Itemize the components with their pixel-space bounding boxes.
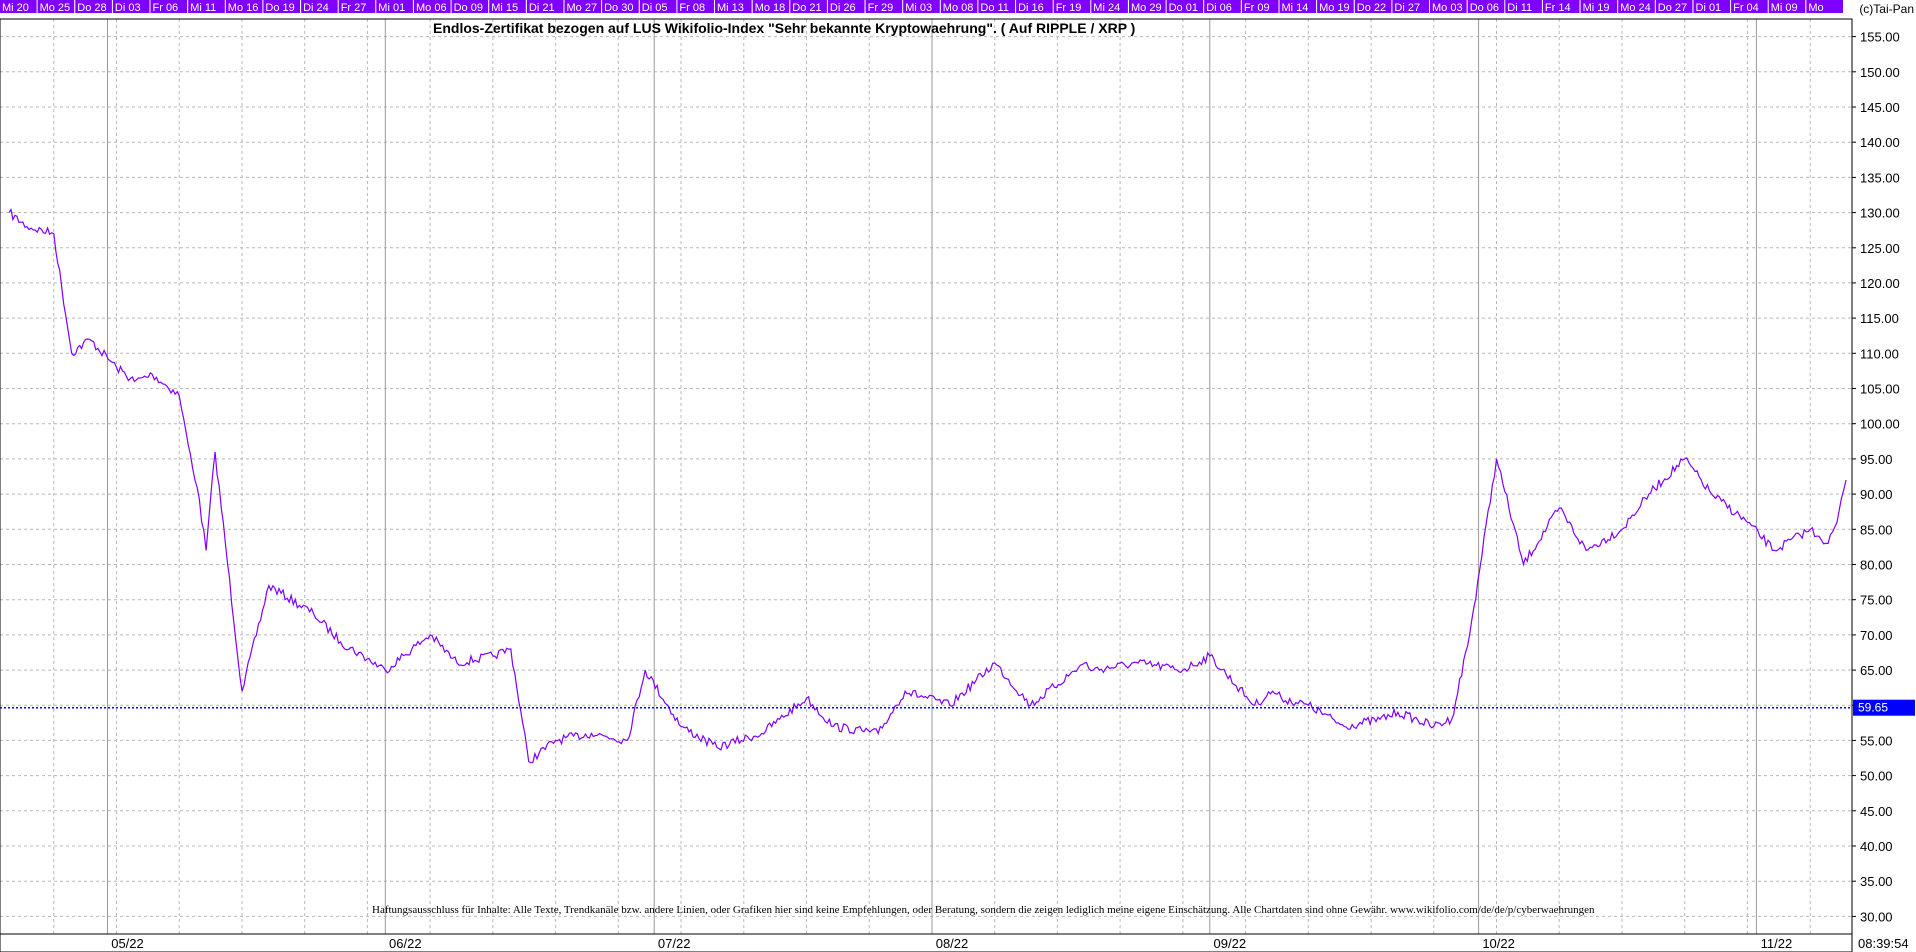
date-tab-label: Di 03 (115, 2, 141, 14)
date-tab-label: Mi 13 (717, 2, 744, 14)
y-tick-label: 100.00 (1860, 417, 1900, 432)
date-tab-label: Do 06 (1470, 2, 1499, 14)
date-tab-label: Do 22 (1357, 2, 1386, 14)
date-tab-label: Di 05 (642, 2, 668, 14)
date-tab-label: Do 19 (265, 2, 294, 14)
y-tick-label: 155.00 (1860, 30, 1900, 45)
y-tick-label: 150.00 (1860, 65, 1900, 80)
date-tab-label: Do 30 (604, 2, 633, 14)
date-tab-label: Mo 24 (1620, 2, 1651, 14)
y-tick-label: 145.00 (1860, 100, 1900, 115)
y-tick-label: 70.00 (1860, 628, 1893, 643)
date-tab-label: Mo 18 (755, 2, 786, 14)
date-tab-label: Fr 06 (153, 2, 179, 14)
chart: Mi 20 Mo 25 Do 28 Di 03 Fr 06 Mi 11 Mo 16 Do 19… (0, 0, 1915, 952)
date-tab-label: Mo 25 (40, 2, 71, 14)
date-tab-label: Mi 09 (1771, 2, 1798, 14)
x-tick-label: 08/22 (936, 936, 969, 951)
y-tick-label: 95.00 (1860, 452, 1893, 467)
date-tab-label: Di 01 (1696, 2, 1722, 14)
date-tab-label: Fr 29 (868, 2, 894, 14)
date-tab-label: Di 24 (303, 2, 329, 14)
date-tab-label: Mi 01 (378, 2, 405, 14)
date-tab-label: Di 26 (830, 2, 856, 14)
x-tick-label: 09/22 (1214, 936, 1247, 951)
date-tab-label: Di 21 (529, 2, 555, 14)
y-tick-label: 45.00 (1860, 804, 1893, 819)
date-tab-label: Di 06 (1206, 2, 1232, 14)
date-tab-label: Fr 09 (1244, 2, 1270, 14)
y-tick-label: 115.00 (1860, 311, 1899, 326)
y-tick-label: 35.00 (1860, 874, 1893, 889)
date-tab-label: Mi 03 (905, 2, 932, 14)
y-tick-label: 75.00 (1860, 593, 1893, 608)
y-tick-label: 110.00 (1860, 346, 1899, 361)
y-tick-label: 65.00 (1860, 663, 1893, 678)
y-tick-label: 40.00 (1860, 839, 1893, 854)
y-tick-label: 30.00 (1860, 909, 1893, 924)
x-tick-label: 07/22 (658, 936, 691, 951)
date-tab-label: Mi 11 (190, 2, 216, 14)
x-tick-label: 05/22 (111, 936, 144, 951)
y-tick-label: 125.00 (1860, 241, 1900, 256)
date-tab-label: Do 27 (1658, 2, 1687, 14)
disclaimer-text: Haftungsausschluss für Inhalte: Alle Tex… (372, 904, 1595, 916)
date-tab-label: Do 01 (1169, 2, 1198, 14)
date-tab-label: Mo 29 (1131, 2, 1162, 14)
date-tab-label: Do 09 (454, 2, 483, 14)
date-tab-label: Mi 19 (1583, 2, 1610, 14)
y-tick-label: 130.00 (1860, 206, 1900, 221)
y-tick-label: 120.00 (1860, 276, 1900, 291)
date-tab-bar: Mi 20 Mo 25 Do 28 Di 03 Fr 06 Mi 11 Mo 16 Do 19… (0, 0, 1843, 14)
y-tick-label: 50.00 (1860, 769, 1893, 784)
date-tab-label: Fr 19 (1056, 2, 1082, 14)
date-tab-label: Di 16 (1018, 2, 1044, 14)
date-tab-label: Fr 14 (1545, 2, 1571, 14)
date-tab-label: Di 11 (1507, 2, 1532, 14)
clock-label: 08:39:54 (1858, 936, 1909, 951)
y-tick-label: 140.00 (1860, 135, 1900, 150)
grid (0, 19, 1852, 934)
x-tick-label: 11/22 (1761, 936, 1793, 951)
chart-title: Endlos-Zertifikat bezogen auf LUS Wikifo… (433, 20, 1135, 36)
x-axis-band (0, 933, 1853, 952)
date-tab-label: Mo 19 (1319, 2, 1350, 14)
date-tab-label: Mi 14 (1282, 2, 1309, 14)
date-tab-label: Mo 06 (416, 2, 447, 14)
date-tab-label: Fr 08 (679, 2, 705, 14)
x-tick-label: 10/22 (1482, 936, 1515, 951)
y-tick-label: 80.00 (1860, 558, 1893, 573)
date-tab-label: Mo 03 (1432, 2, 1463, 14)
date-tab-label: Mo 16 (228, 2, 259, 14)
date-tab-label: Fr 27 (341, 2, 367, 14)
date-tab-label: Mi 24 (1093, 2, 1120, 14)
date-tab-label: Do 21 (792, 2, 821, 14)
date-tab-label: Mi 20 (2, 2, 29, 14)
date-tab-label: Mo (1808, 2, 1823, 14)
y-tick-label: 90.00 (1860, 487, 1893, 502)
date-tab-label: Di 27 (1394, 2, 1420, 14)
y-axis: 30.0035.0040.0045.0050.0055.0060.0065.00… (1852, 30, 1900, 924)
series-layer (8, 208, 1847, 764)
y-tick-label: 135.00 (1860, 170, 1900, 185)
y-tick-label: 55.00 (1860, 733, 1893, 748)
last-value-label: 59.65 (1858, 701, 1888, 715)
date-tab-label: Mo 08 (943, 2, 974, 14)
date-tab-label: Mi 15 (491, 2, 518, 14)
y-tick-label: 85.00 (1860, 522, 1893, 537)
date-tab-label: Do 11 (980, 2, 1009, 14)
date-tab-label: Do 28 (77, 2, 106, 14)
series-line (8, 208, 1847, 764)
date-tab-label: Fr 04 (1733, 2, 1759, 14)
y-tick-label: 105.00 (1860, 382, 1900, 397)
date-tab-label: Mo 27 (567, 2, 598, 14)
current-value-line: 59.65 (0, 699, 1915, 716)
copyright-label: (c)Tai-Pan (1859, 2, 1914, 16)
x-tick-label: 06/22 (389, 936, 422, 951)
plot-frame (0, 18, 1853, 952)
